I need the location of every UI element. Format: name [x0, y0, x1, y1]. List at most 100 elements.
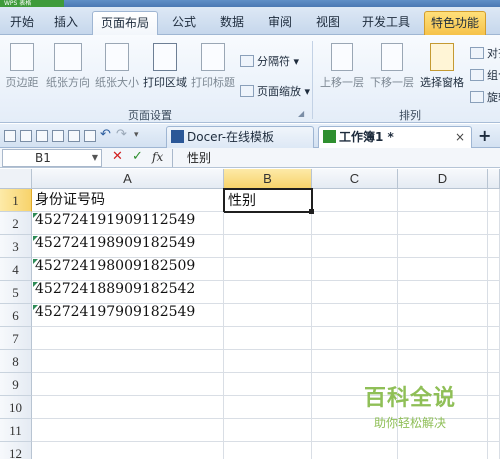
save-icon[interactable]: [52, 130, 64, 142]
cancel-entry-icon[interactable]: ✕: [112, 149, 123, 164]
tab-insert[interactable]: 插入: [46, 11, 86, 35]
row-header-12[interactable]: 12: [0, 442, 32, 459]
grid-cell[interactable]: [224, 396, 312, 419]
new-file-icon[interactable]: [20, 130, 32, 142]
grid-cell[interactable]: [312, 350, 398, 373]
page-zoom-button[interactable]: 页面缩放 ▾: [240, 83, 310, 99]
grid-cell[interactable]: [32, 327, 224, 350]
align-button[interactable]: 对齐: [470, 45, 500, 61]
grid-cell[interactable]: [32, 419, 224, 442]
confirm-entry-icon[interactable]: ✓: [132, 149, 143, 164]
doc-tab-workbook[interactable]: 工作簿1 * ×: [318, 126, 472, 148]
print-preview-icon[interactable]: [84, 130, 96, 142]
customize-dropdown-icon[interactable]: ▾: [134, 130, 146, 142]
grid-cell[interactable]: [312, 212, 398, 235]
page-break-button[interactable]: 分隔符 ▾: [240, 53, 299, 69]
row-header-1[interactable]: 1: [0, 189, 32, 212]
chevron-down-icon[interactable]: ▼: [92, 150, 98, 166]
grid-cell[interactable]: [398, 281, 488, 304]
cell-a2[interactable]: 452724191909112549: [32, 212, 224, 235]
bring-forward-button[interactable]: 上移一层: [318, 43, 366, 90]
grid-cell[interactable]: [488, 350, 500, 373]
grid-cell[interactable]: [224, 235, 312, 258]
grid-cell[interactable]: [398, 327, 488, 350]
column-header-d[interactable]: D: [398, 169, 488, 189]
row-header-6[interactable]: 6: [0, 304, 32, 327]
tab-data[interactable]: 数据: [212, 11, 252, 35]
undo-icon[interactable]: ↶: [100, 128, 112, 142]
grid-cell[interactable]: [224, 373, 312, 396]
app-badge[interactable]: WPS 表格: [0, 0, 64, 7]
select-all-corner[interactable]: [0, 169, 32, 189]
grid-cell[interactable]: [224, 419, 312, 442]
grid-cell[interactable]: [32, 350, 224, 373]
row-header-7[interactable]: 7: [0, 327, 32, 350]
column-header-b[interactable]: B: [224, 169, 312, 189]
grid-cell[interactable]: [488, 396, 500, 419]
grid-cell[interactable]: [224, 327, 312, 350]
column-header-e[interactable]: [488, 169, 500, 189]
grid-cell[interactable]: [224, 350, 312, 373]
grid-cell[interactable]: [224, 281, 312, 304]
redo-icon[interactable]: ↷: [116, 128, 128, 142]
print-icon[interactable]: [68, 130, 80, 142]
grid-cell[interactable]: [488, 419, 500, 442]
row-header-9[interactable]: 9: [0, 373, 32, 396]
tab-special-features[interactable]: 特色功能: [424, 11, 486, 35]
grid-cell[interactable]: [224, 258, 312, 281]
cell-a6[interactable]: 452724197909182549: [32, 304, 224, 327]
grid-cell[interactable]: [312, 235, 398, 258]
grid-cell[interactable]: [488, 373, 500, 396]
insert-function-icon[interactable]: fx: [152, 150, 163, 164]
grid-cell[interactable]: [398, 304, 488, 327]
grid-cell[interactable]: [224, 442, 312, 459]
grid-cell[interactable]: [488, 212, 500, 235]
grid-cell[interactable]: [312, 304, 398, 327]
grid-cell[interactable]: [398, 442, 488, 459]
grid-cell[interactable]: [398, 258, 488, 281]
row-header-2[interactable]: 2: [0, 212, 32, 235]
tab-page-layout[interactable]: 页面布局: [92, 11, 158, 36]
grid-cell[interactable]: [32, 373, 224, 396]
close-tab-icon[interactable]: ×: [455, 127, 465, 147]
tab-view[interactable]: 视图: [308, 11, 348, 35]
new-tab-icon[interactable]: +: [478, 127, 491, 145]
rotate-button[interactable]: 旋转: [470, 89, 500, 105]
grid-cell[interactable]: [488, 304, 500, 327]
row-header-8[interactable]: 8: [0, 350, 32, 373]
grid-cell[interactable]: [224, 304, 312, 327]
page-setup-launcher-icon[interactable]: ◢: [298, 109, 304, 118]
cell-a1[interactable]: 身份证号码: [32, 189, 224, 212]
tab-review[interactable]: 审阅: [260, 11, 300, 35]
grid-cell[interactable]: [398, 350, 488, 373]
print-titles-button[interactable]: 打印标题: [190, 43, 236, 90]
grid-cell[interactable]: [398, 212, 488, 235]
row-header-5[interactable]: 5: [0, 281, 32, 304]
open-file-icon[interactable]: [36, 130, 48, 142]
cell-b1[interactable]: 性别: [223, 188, 313, 213]
grid-cell[interactable]: [488, 189, 500, 212]
doc-tab-docer[interactable]: Docer-在线模板: [166, 126, 314, 148]
orientation-button[interactable]: 纸张方向: [44, 43, 92, 90]
grid-cell[interactable]: [312, 442, 398, 459]
grid-cell[interactable]: [32, 396, 224, 419]
row-header-10[interactable]: 10: [0, 396, 32, 419]
row-header-11[interactable]: 11: [0, 419, 32, 442]
grid-cell[interactable]: [32, 442, 224, 459]
grid-cell[interactable]: [224, 212, 312, 235]
print-area-button[interactable]: 打印区域: [142, 43, 188, 90]
cell-a3[interactable]: 452724198909182549: [32, 235, 224, 258]
group-button[interactable]: 组合: [470, 67, 500, 83]
formula-input[interactable]: 性别: [172, 149, 498, 167]
page-margin-button[interactable]: 页边距: [2, 43, 42, 90]
grid-cell[interactable]: [398, 189, 488, 212]
grid-cell[interactable]: [488, 327, 500, 350]
cell-a4[interactable]: 452724198009182509: [32, 258, 224, 281]
row-header-4[interactable]: 4: [0, 258, 32, 281]
grid-cell[interactable]: [488, 258, 500, 281]
grid-cell[interactable]: [312, 327, 398, 350]
column-header-a[interactable]: A: [32, 169, 224, 189]
selection-pane-button[interactable]: 选择窗格: [418, 43, 466, 90]
grid-cell[interactable]: [312, 281, 398, 304]
grid-cell[interactable]: [312, 258, 398, 281]
